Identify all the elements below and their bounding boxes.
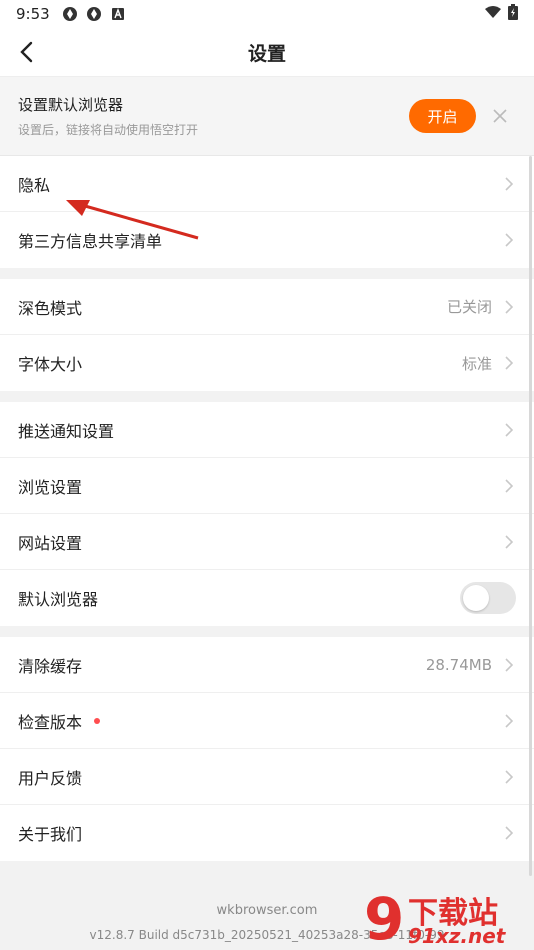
settings-row-default-browser: 默认浏览器 xyxy=(0,570,534,626)
back-button[interactable] xyxy=(10,36,42,68)
chevron-right-icon xyxy=(502,769,516,784)
banner-subtitle: 设置后，链接将自动使用悟空打开 xyxy=(18,123,199,137)
wifi-icon xyxy=(484,5,502,23)
row-label: 第三方信息共享清单 xyxy=(18,232,163,251)
row-value: 28.74MB xyxy=(425,655,492,674)
settings-row-privacy[interactable]: 隐私 xyxy=(0,156,534,212)
enable-default-browser-button[interactable]: 开启 xyxy=(409,99,476,133)
row-label: 隐私 xyxy=(18,175,51,195)
page-title: 设置 xyxy=(247,42,286,65)
settings-row-browsing[interactable]: 浏览设置 xyxy=(0,458,534,514)
chevron-right-icon xyxy=(502,713,516,728)
close-icon xyxy=(493,109,507,123)
chevron-right-icon xyxy=(502,422,516,437)
chevron-right-icon xyxy=(502,356,516,370)
scrollbar[interactable] xyxy=(529,156,532,876)
watermark-nine: 9 xyxy=(364,885,405,950)
settings-group-about: 清除缓存 28.74MB 检查版本 用户反馈 关于我们 xyxy=(0,637,534,861)
row-label: 网站设置 xyxy=(18,533,83,553)
app-header: 设置 xyxy=(0,28,534,76)
row-label: 关于我们 xyxy=(18,825,83,844)
row-label: 推送通知设置 xyxy=(18,421,115,441)
settings-row-site-settings[interactable]: 网站设置 xyxy=(0,514,534,570)
default-browser-banner: 设置默认浏览器 设置后，链接将自动使用悟空打开 开启 xyxy=(0,76,534,156)
settings-row-dark-mode[interactable]: 深色模式 已关闭 xyxy=(0,279,534,335)
row-label: 清除缓存 xyxy=(18,656,83,676)
font-notification-icon xyxy=(110,6,126,22)
settings-row-feedback[interactable]: 用户反馈 xyxy=(0,749,534,805)
chevron-right-icon xyxy=(502,826,516,840)
row-label: 默认浏览器 xyxy=(18,590,99,609)
row-label: 检查版本 xyxy=(18,712,83,732)
status-time: 9:53 xyxy=(16,5,50,23)
settings-group-browsing: 推送通知设置 浏览设置 网站设置 默认浏览器 xyxy=(0,402,534,626)
chevron-right-icon xyxy=(502,176,516,191)
watermark-logo: 9 下载站 91xz.net xyxy=(364,888,534,950)
update-badge-dot xyxy=(94,717,101,724)
chevron-right-icon xyxy=(502,657,516,672)
row-label: 字体大小 xyxy=(18,355,83,374)
row-label: 用户反馈 xyxy=(18,768,83,788)
banner-close-button[interactable] xyxy=(484,100,516,132)
settings-row-clear-cache[interactable]: 清除缓存 28.74MB xyxy=(0,637,534,693)
settings-group-privacy: 隐私 第三方信息共享清单 xyxy=(0,156,534,268)
chevron-right-icon xyxy=(502,534,516,549)
row-value: 已关闭 xyxy=(446,298,492,316)
settings-group-display: 深色模式 已关闭 字体大小 标准 xyxy=(0,279,534,391)
battery-icon xyxy=(508,4,518,24)
settings-row-font-size[interactable]: 字体大小 标准 xyxy=(0,335,534,391)
row-label: 深色模式 xyxy=(18,298,83,318)
default-browser-toggle[interactable] xyxy=(460,582,516,614)
chevron-right-icon xyxy=(502,299,516,314)
status-bar: 9:53 xyxy=(0,0,534,28)
row-value: 标准 xyxy=(461,354,492,373)
row-label: 浏览设置 xyxy=(18,477,83,497)
settings-row-push-notifications[interactable]: 推送通知设置 xyxy=(0,402,534,458)
settings-row-third-party-sharing[interactable]: 第三方信息共享清单 xyxy=(0,212,534,268)
chevron-right-icon xyxy=(502,233,516,247)
toggle-knob xyxy=(463,585,489,611)
app-notification-icon xyxy=(86,6,102,22)
banner-title: 设置默认浏览器 xyxy=(18,96,124,114)
settings-row-about[interactable]: 关于我们 xyxy=(0,805,534,861)
watermark-site: 91xz.net xyxy=(408,924,506,948)
settings-row-check-version[interactable]: 检查版本 xyxy=(0,693,534,749)
back-arrow-icon xyxy=(20,41,33,63)
app-notification-icon xyxy=(62,6,78,22)
chevron-right-icon xyxy=(502,478,516,493)
